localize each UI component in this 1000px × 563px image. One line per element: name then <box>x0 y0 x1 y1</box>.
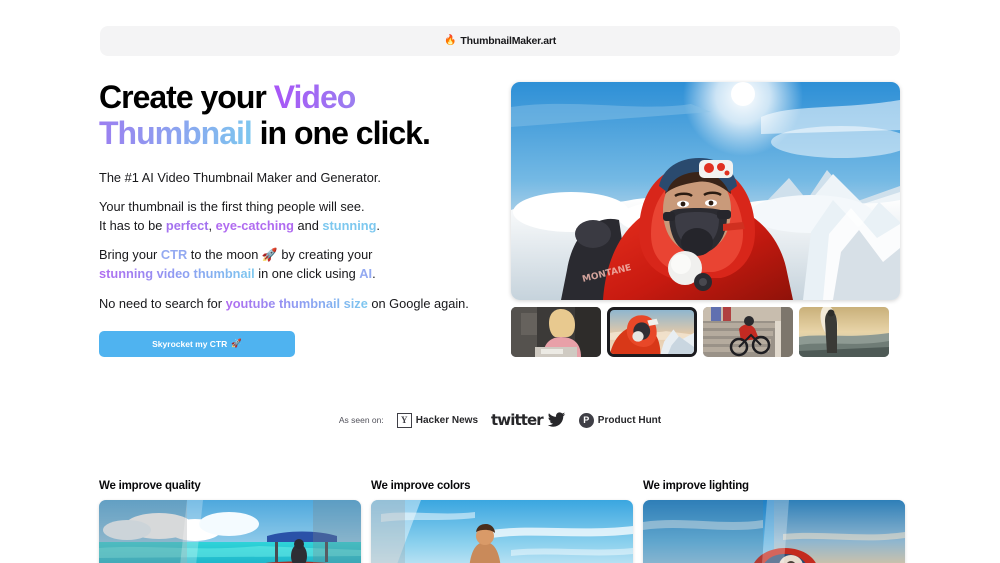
tagline-text: The #1 AI Video Thumbnail Maker and Gene… <box>99 169 381 185</box>
kw-ai: AI <box>359 266 373 282</box>
feature-title: We improve quality <box>99 480 201 492</box>
paragraph-3: Bring your CTR to the moon 🚀 by creating… <box>99 245 499 283</box>
kw-perfect: perfect <box>165 218 209 234</box>
skyrocket-cta-button[interactable]: Skyrocket my CTR 🚀 <box>99 330 295 357</box>
site-navbar[interactable]: 🔥 ThumbnailMaker.art <box>100 26 900 56</box>
landing-page: 🔥 ThumbnailMaker.art Create your Video T… <box>0 0 1000 563</box>
feature-image-quality[interactable] <box>99 500 361 563</box>
tropical-boat-illustration <box>99 500 361 563</box>
twitter-bird-icon <box>547 412 566 427</box>
paragraph-2: Your thumbnail is the first thing people… <box>99 197 499 235</box>
p3-a: Bring your <box>99 247 161 263</box>
cta-label: Skyrocket my CTR <box>152 338 228 349</box>
kw-eye-catching: eye-catching <box>215 218 294 234</box>
hacker-news-label: Hacker News <box>415 414 479 426</box>
surfer-blue-sky-illustration <box>371 500 633 563</box>
thumbnail-option-1[interactable] <box>511 307 601 357</box>
feature-image-colors[interactable] <box>371 500 633 563</box>
mountaineer-illustration: MONTANE <box>511 82 900 300</box>
p2-sep1: , <box>208 218 216 234</box>
headline-part-2: in one click. <box>251 114 431 151</box>
woman-desk-thumbnail <box>511 307 601 357</box>
cyclist-stairs-thumbnail <box>703 307 793 357</box>
climber-lighting-illustration <box>643 500 905 563</box>
twitter-label: twitter <box>491 411 544 429</box>
logo-twitter[interactable]: twitter <box>491 411 566 429</box>
hero-text-column: Create your Video Thumbnail in one click… <box>99 79 499 357</box>
feature-image-lighting[interactable] <box>643 500 905 563</box>
hero-preview-image[interactable]: MONTANE <box>511 82 900 300</box>
kw-ctr: CTR <box>160 247 188 263</box>
p2-a: It has to be <box>99 218 166 234</box>
hero-subtext: The #1 AI Video Thumbnail Maker and Gene… <box>99 168 499 313</box>
rocket-icon: 🚀 <box>231 338 242 349</box>
brand-name[interactable]: ThumbnailMaker.art <box>460 35 556 47</box>
feature-colors: We improve colors <box>371 480 633 563</box>
feature-quality: We improve quality <box>99 480 361 563</box>
kw-youtube-thumbnail-size: youtube thumbnail size <box>225 295 368 311</box>
surfer-sunset-thumbnail <box>799 307 889 357</box>
as-seen-on-label: As seen on: <box>338 415 384 425</box>
p3-e: . <box>372 266 376 282</box>
kw-stunning: stunning <box>322 218 377 234</box>
rocket-icon: 🚀 <box>261 247 278 263</box>
thumbnail-option-3[interactable] <box>703 307 793 357</box>
product-hunt-icon: P <box>578 412 594 428</box>
tagline: The #1 AI Video Thumbnail Maker and Gene… <box>99 168 499 187</box>
product-hunt-label: Product Hunt <box>597 414 662 426</box>
kw-stunning-video-thumbnail: stunning video thumbnail <box>99 266 255 282</box>
p3-d: in one click using <box>254 266 360 282</box>
thumbnail-option-2-selected[interactable] <box>607 307 697 357</box>
feature-title: We improve colors <box>371 480 471 492</box>
p2-sep2: and <box>293 218 323 234</box>
p3-c: by creating your <box>277 247 373 263</box>
flame-icon: 🔥 <box>443 35 457 46</box>
p4-b: on Google again. <box>367 295 469 311</box>
hacker-news-icon: Y <box>396 412 412 428</box>
p3-b: to the moon <box>187 247 262 263</box>
headline-part-1: Create your <box>99 79 274 115</box>
thumbnail-variant-strip[interactable] <box>511 307 900 357</box>
page-title: Create your Video Thumbnail in one click… <box>99 79 499 152</box>
climber-sunrise-thumbnail <box>610 310 694 354</box>
features-row: We improve quality We improve colors We … <box>99 480 906 563</box>
feature-lighting: We improve lighting <box>643 480 905 563</box>
feature-title: We improve lighting <box>643 480 749 492</box>
p2-line1: Your thumbnail is the first thing people… <box>99 198 365 214</box>
logo-product-hunt[interactable]: P Product Hunt <box>578 412 662 428</box>
p2-end: . <box>376 218 380 234</box>
thumbnail-option-4[interactable] <box>799 307 889 357</box>
paragraph-4: No need to search for youtube thumbnail … <box>99 294 499 313</box>
logo-hacker-news[interactable]: Y Hacker News <box>396 412 479 428</box>
as-seen-on-bar: As seen on: Y Hacker News twitter P Prod… <box>0 411 1000 429</box>
p4-a: No need to search for <box>99 295 226 311</box>
